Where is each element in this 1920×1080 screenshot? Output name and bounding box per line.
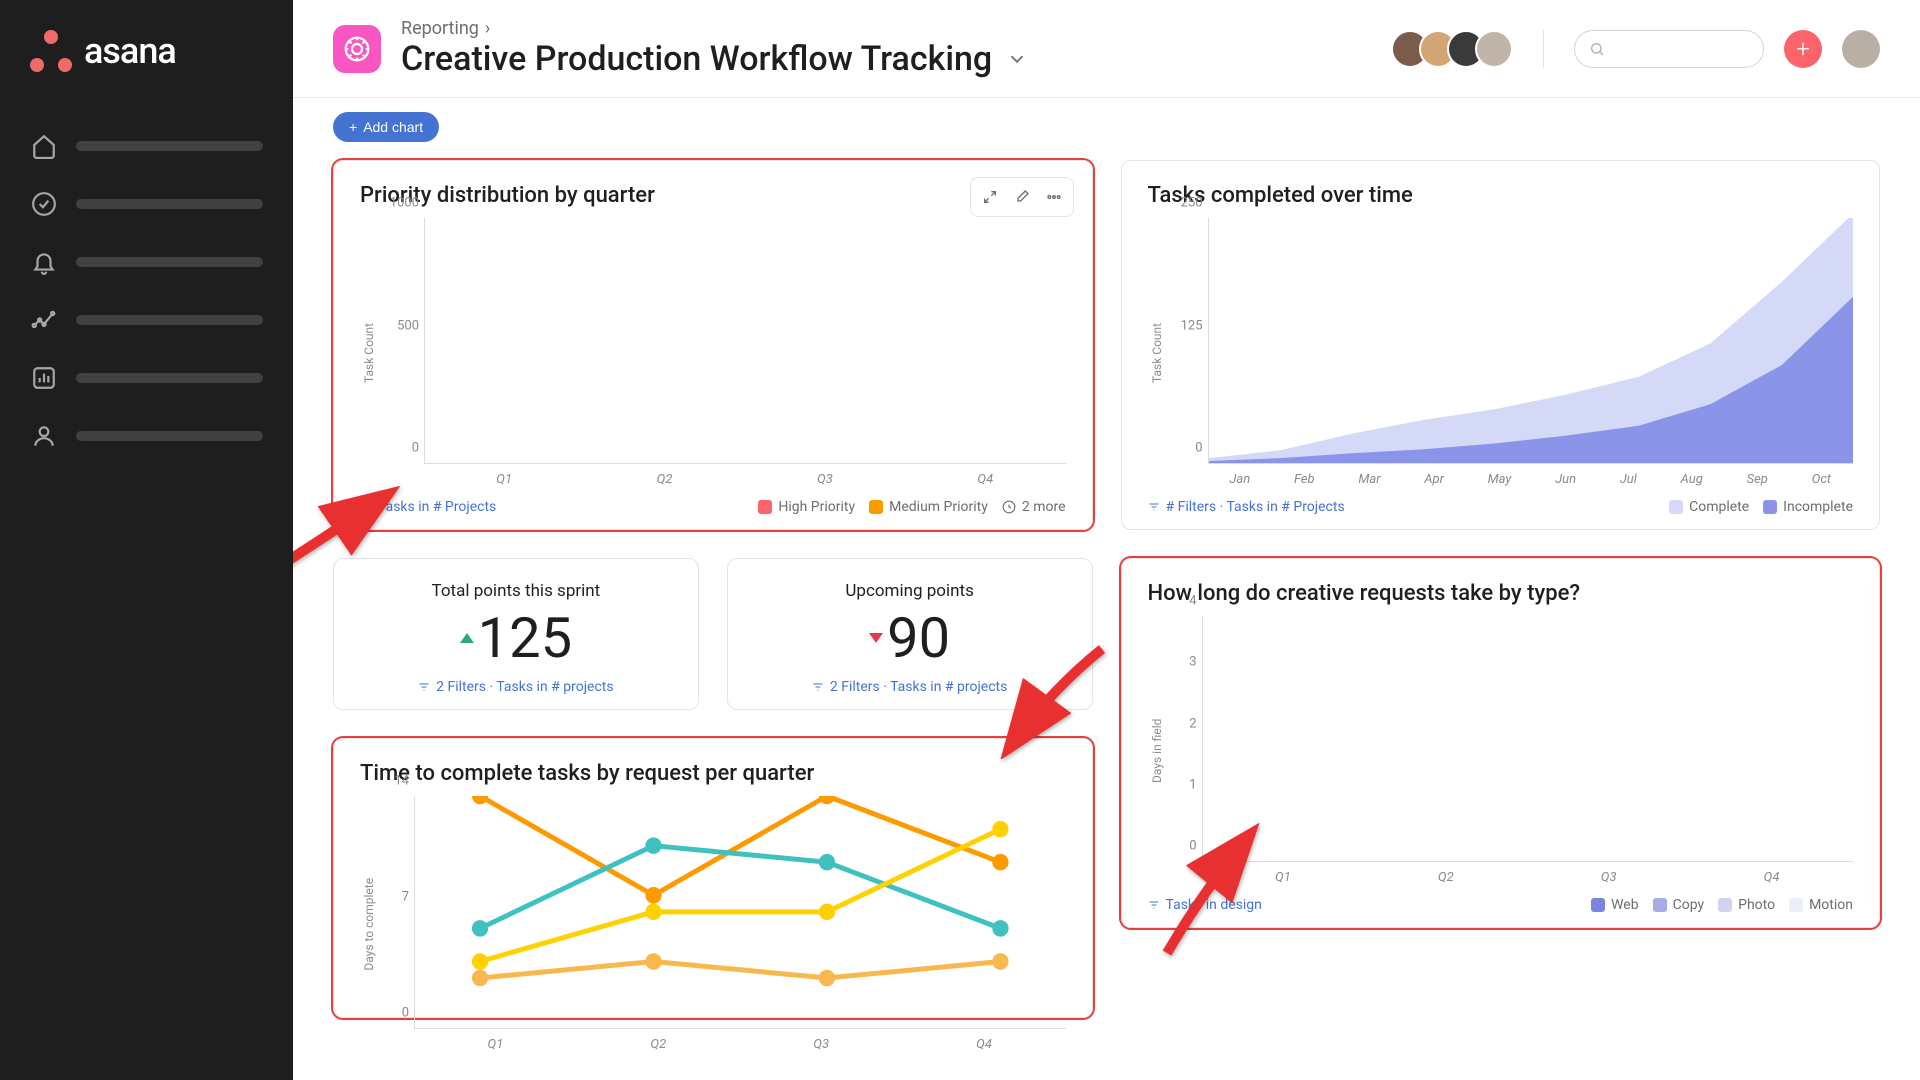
user-avatar[interactable]	[1842, 30, 1880, 68]
kpi-sprint-points: Total points this sprint 125 2 Filters ·…	[333, 558, 699, 710]
sidebar: asana	[0, 0, 293, 1080]
kpi-upcoming-points: Upcoming points 90 2 Filters · Tasks in …	[727, 558, 1093, 710]
search-input[interactable]	[1574, 30, 1764, 68]
project-icon[interactable]	[333, 25, 381, 73]
card-title: Priority distribution by quarter	[360, 183, 1066, 208]
card-actions	[970, 177, 1074, 217]
sidebar-item-team[interactable]	[30, 422, 263, 450]
breadcrumb[interactable]: Reporting›	[401, 18, 1381, 39]
avatar[interactable]	[1475, 30, 1513, 68]
chevron-right-icon: ›	[485, 18, 490, 39]
bell-icon	[30, 248, 58, 276]
expand-icon[interactable]	[975, 184, 1005, 210]
filter-link[interactable]: 2 Filters · Tasks in # projects	[812, 679, 1007, 695]
bar-chart	[1203, 616, 1854, 861]
dashboard-toolbar: +Add chart	[293, 98, 1920, 150]
page-header: Reporting› Creative Production Workflow …	[293, 0, 1920, 98]
brand-name: asana	[84, 30, 176, 72]
brand-logo[interactable]: asana	[0, 30, 293, 112]
bar-chart-icon	[30, 364, 58, 392]
chevron-down-icon[interactable]	[1006, 39, 1028, 79]
sidebar-item-inbox[interactable]	[30, 248, 263, 276]
line-chart	[415, 796, 1066, 1028]
filter-link[interactable]: # Filters · Tasks in # Projects	[1148, 499, 1345, 515]
add-button[interactable]: +	[1784, 30, 1822, 68]
chart-card-completed: Tasks completed over time Task Count 250…	[1121, 160, 1881, 530]
area-chart	[1209, 218, 1854, 463]
chart-card-how-long: How long do creative requests take by ty…	[1121, 558, 1881, 928]
filter-link[interactable]: Tasks in # Projects	[360, 499, 496, 515]
plus-icon: +	[349, 119, 357, 135]
page-title: Creative Production Workflow Tracking	[401, 39, 1381, 79]
sidebar-item-reporting[interactable]	[30, 364, 263, 392]
add-chart-button[interactable]: +Add chart	[333, 112, 439, 142]
card-title: Tasks completed over time	[1148, 183, 1854, 208]
dashboard-grid: Priority distribution by quarter Task Co…	[293, 150, 1920, 1080]
chart-card-time-complete: Time to complete tasks by request per qu…	[333, 738, 1093, 1018]
card-title: How long do creative requests take by ty…	[1148, 581, 1854, 606]
asana-logo-icon	[30, 30, 72, 72]
y-axis-label: Task Count	[360, 218, 378, 487]
sidebar-nav	[0, 112, 293, 470]
filter-link[interactable]: Tasks in design	[1148, 897, 1262, 913]
filter-link[interactable]: 2 Filters · Tasks in # projects	[418, 679, 613, 695]
sidebar-item-home[interactable]	[30, 132, 263, 160]
edit-icon[interactable]	[1007, 184, 1037, 210]
sidebar-item-goals[interactable]	[30, 306, 263, 334]
check-circle-icon	[30, 190, 58, 218]
trend-down-icon	[869, 633, 883, 643]
home-icon	[30, 132, 58, 160]
member-avatars[interactable]	[1401, 30, 1513, 68]
trend-icon	[30, 306, 58, 334]
bar-chart	[425, 218, 1066, 463]
more-icon[interactable]	[1039, 184, 1069, 210]
trend-up-icon	[460, 633, 474, 643]
sidebar-item-tasks[interactable]	[30, 190, 263, 218]
person-icon	[30, 422, 58, 450]
card-title: Time to complete tasks by request per qu…	[360, 761, 1066, 786]
chart-card-priority: Priority distribution by quarter Task Co…	[333, 160, 1093, 530]
